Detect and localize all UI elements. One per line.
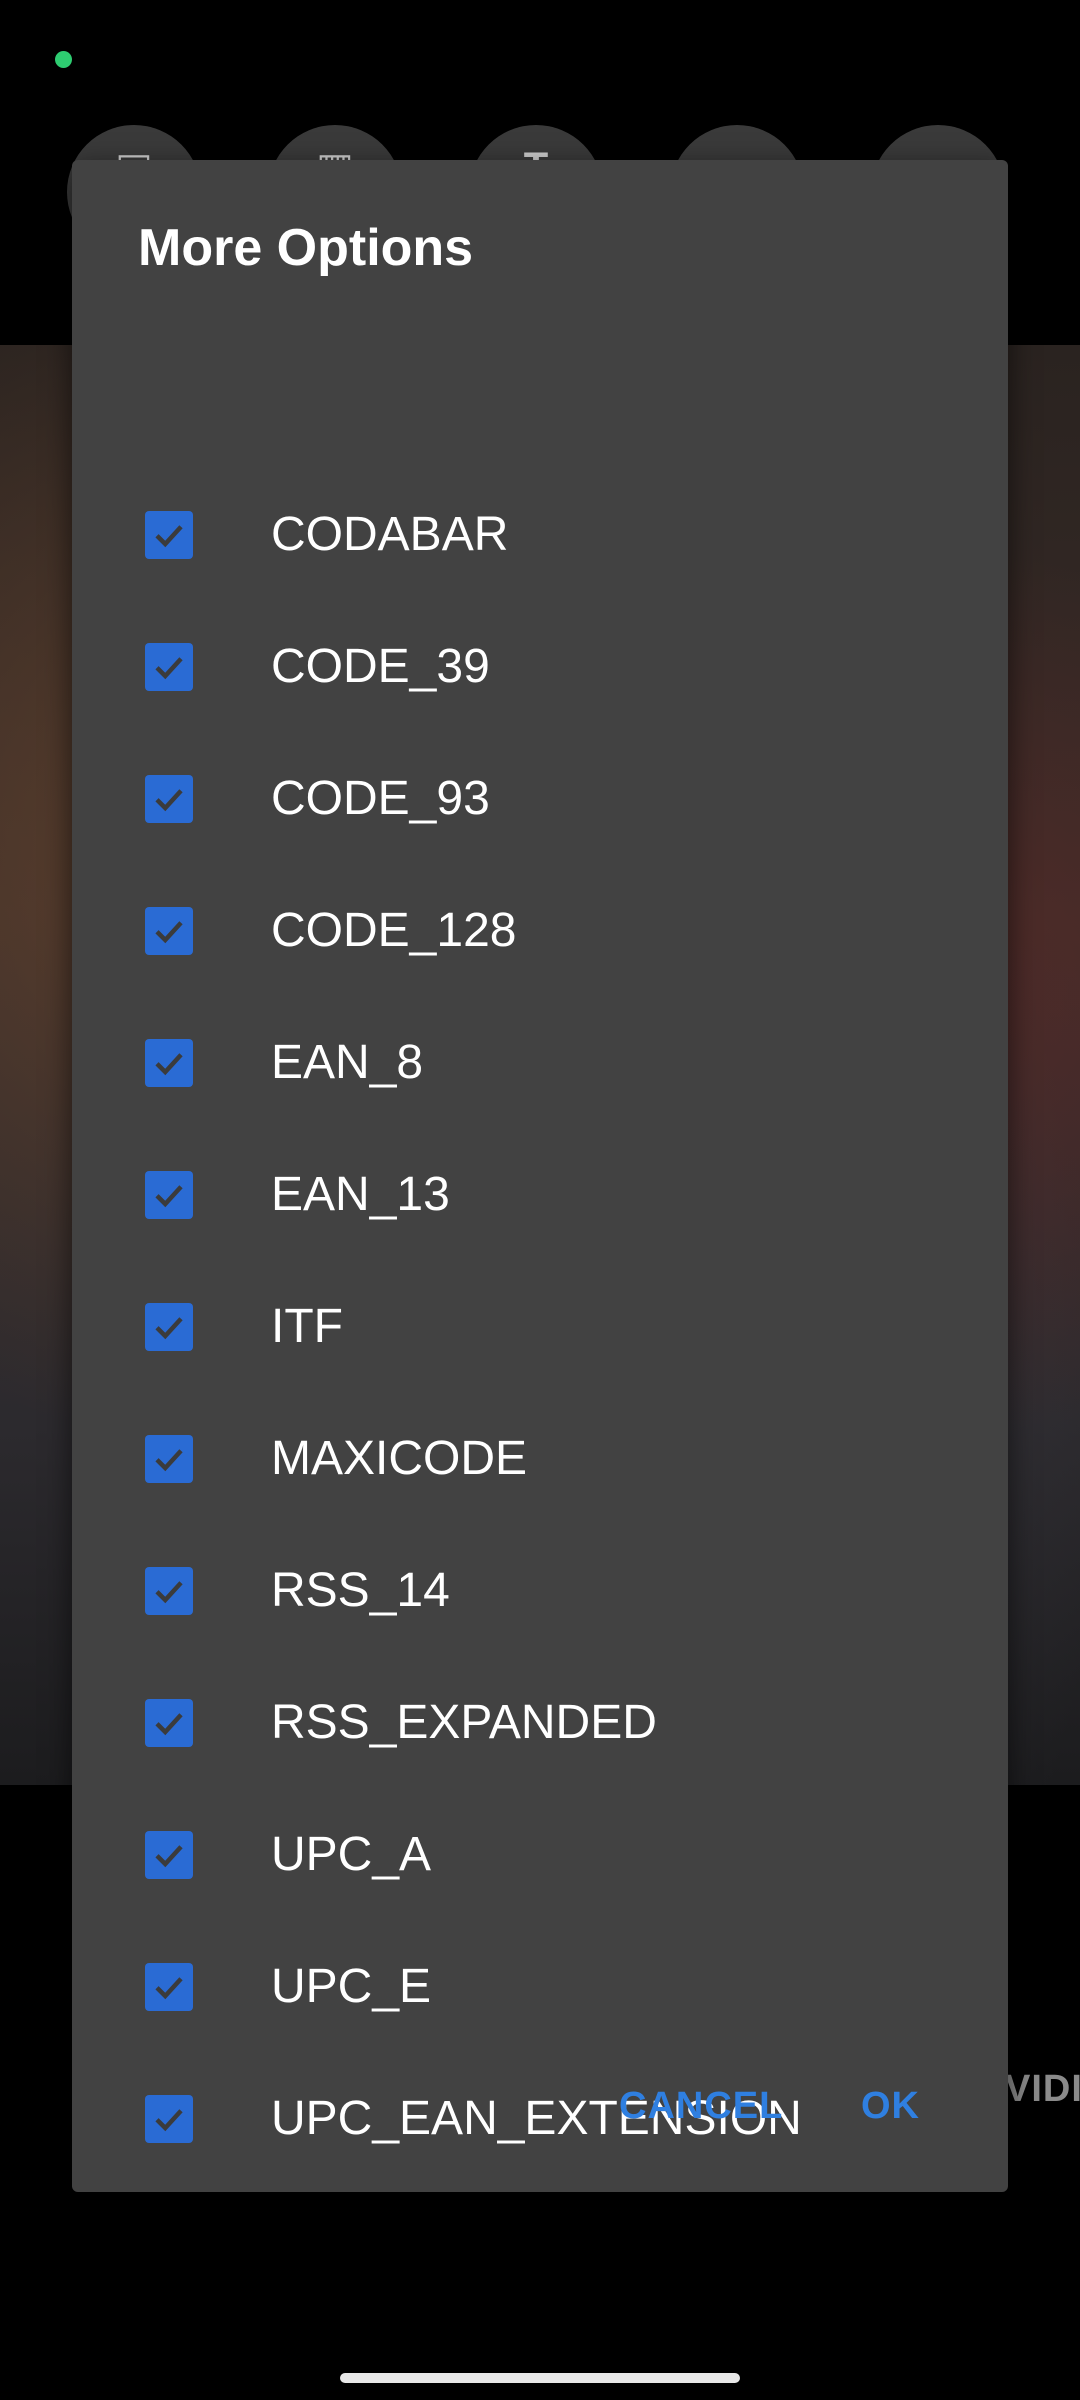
- option-codabar[interactable]: CODABAR: [72, 508, 1008, 667]
- option-label: CODE_93: [271, 772, 490, 825]
- option-upc-a[interactable]: UPC_A: [72, 1828, 1008, 1987]
- cancel-button[interactable]: CANCEL: [619, 2085, 783, 2128]
- option-label: ITF: [271, 1300, 343, 1353]
- dialog-title: More Options: [138, 219, 474, 277]
- option-rss-expanded[interactable]: RSS_EXPANDED: [72, 1696, 1008, 1855]
- option-maxicode[interactable]: MAXICODE: [72, 1432, 1008, 1591]
- checkbox-checked-icon[interactable]: [145, 1567, 193, 1615]
- screen: VIDI ▤ ▥ T More Options CODABAR CODE_39 …: [0, 0, 1080, 2400]
- checkbox-checked-icon[interactable]: [145, 1171, 193, 1219]
- option-label: CODABAR: [271, 508, 509, 561]
- option-itf[interactable]: ITF: [72, 1300, 1008, 1459]
- checkbox-checked-icon[interactable]: [145, 1039, 193, 1087]
- checkbox-checked-icon[interactable]: [145, 1963, 193, 2011]
- checkbox-checked-icon[interactable]: [145, 511, 193, 559]
- option-label: UPC_E: [271, 1960, 432, 2013]
- checkbox-checked-icon[interactable]: [145, 643, 193, 691]
- option-label: CODE_39: [271, 640, 490, 693]
- option-label: MAXICODE: [271, 1432, 528, 1485]
- more-options-dialog: More Options CODABAR CODE_39 CODE_93 COD…: [72, 160, 1008, 2192]
- option-ean-8[interactable]: EAN_8: [72, 1036, 1008, 1195]
- camera-preview-partial-text: VIDI: [1005, 2068, 1080, 2110]
- option-label: CODE_128: [271, 904, 517, 957]
- option-label: RSS_14: [271, 1564, 450, 1617]
- option-upc-ean-extension[interactable]: UPC_EAN_EXTENSION: [72, 2092, 1008, 2251]
- checkbox-checked-icon[interactable]: [145, 1435, 193, 1483]
- checkbox-checked-icon[interactable]: [145, 1831, 193, 1879]
- home-indicator[interactable]: [340, 2373, 740, 2383]
- option-label: EAN_13: [271, 1168, 450, 1221]
- checkbox-checked-icon[interactable]: [145, 907, 193, 955]
- option-code-93[interactable]: CODE_93: [72, 772, 1008, 931]
- option-code-39[interactable]: CODE_39: [72, 640, 1008, 799]
- checkbox-checked-icon[interactable]: [145, 2095, 193, 2143]
- camera-active-indicator-icon: [55, 51, 72, 68]
- checkbox-checked-icon[interactable]: [145, 775, 193, 823]
- ok-button[interactable]: OK: [861, 2085, 920, 2128]
- option-code-128[interactable]: CODE_128: [72, 904, 1008, 1063]
- checkbox-checked-icon[interactable]: [145, 1699, 193, 1747]
- option-label: EAN_8: [271, 1036, 424, 1089]
- option-ean-13[interactable]: EAN_13: [72, 1168, 1008, 1327]
- checkbox-checked-icon[interactable]: [145, 1303, 193, 1351]
- option-label: UPC_A: [271, 1828, 432, 1881]
- option-label: RSS_EXPANDED: [271, 1696, 657, 1749]
